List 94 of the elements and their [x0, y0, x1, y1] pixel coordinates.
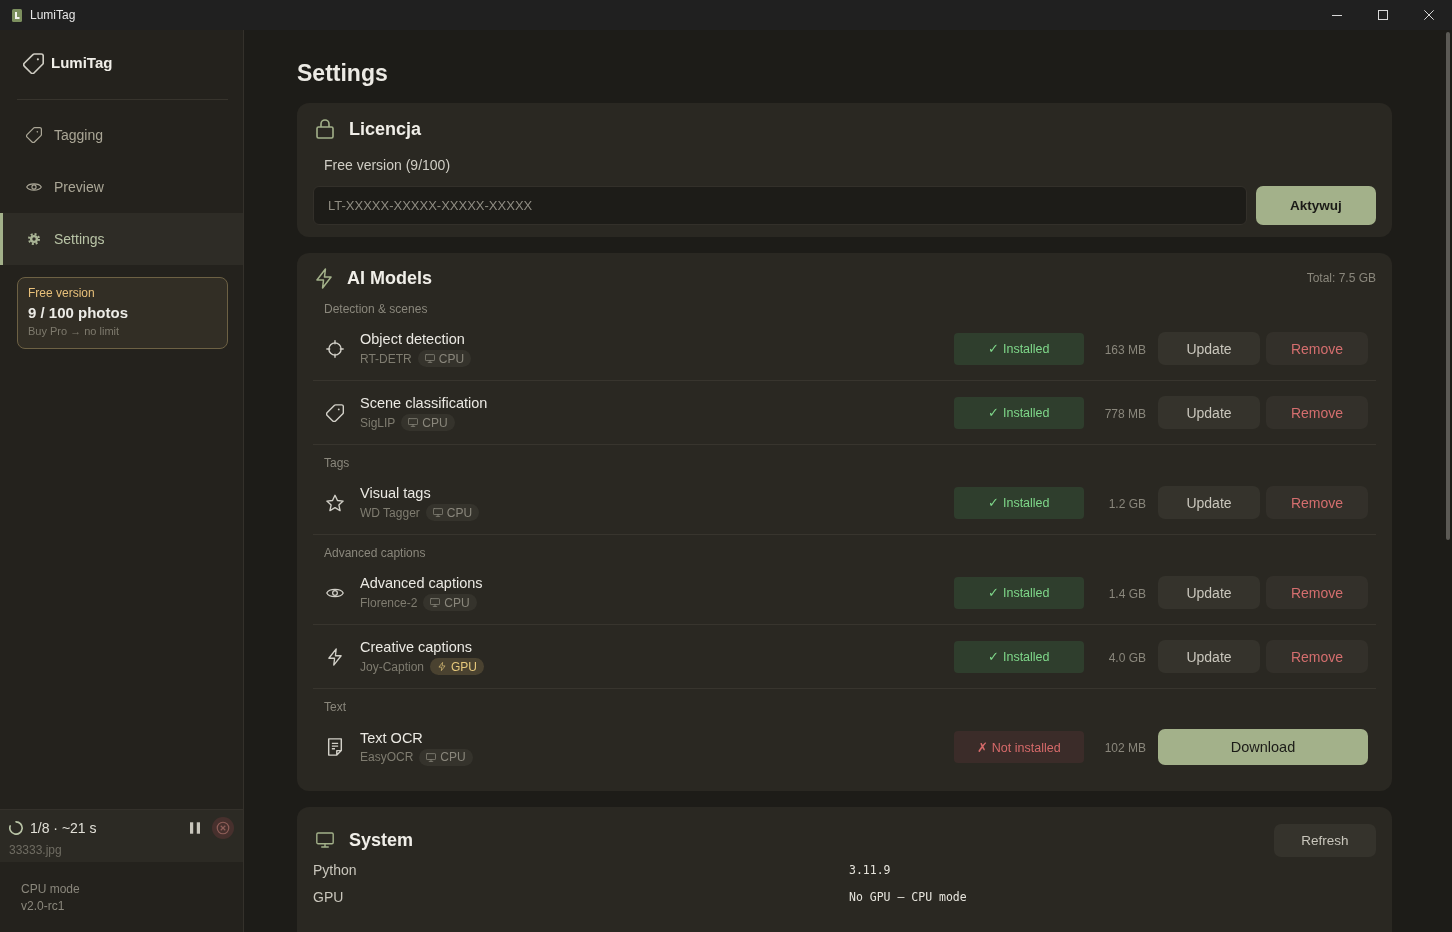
install-status: ✗ Not installed [954, 731, 1084, 763]
monitor-icon [430, 598, 441, 607]
model-id: EasyOCR [360, 750, 414, 764]
section-title: Licencja [349, 118, 422, 140]
model-name: Scene classification [360, 394, 488, 413]
close-icon[interactable] [1424, 10, 1434, 20]
sidebar-item[interactable]: Tagging [0, 109, 243, 161]
refresh-button[interactable]: Refresh [1274, 823, 1376, 857]
remove-button[interactable]: Remove [1266, 396, 1368, 429]
device-label: CPU [444, 595, 470, 610]
info-label: Python [313, 861, 357, 878]
model-size: 163 MB [1104, 342, 1146, 357]
cancel-icon[interactable] [212, 817, 234, 839]
install-status: ✓ Installed [954, 332, 1084, 365]
update-button[interactable]: Update [1158, 396, 1260, 429]
monitor-icon [316, 830, 334, 850]
device-label: GPU [451, 659, 478, 674]
scrollbar-thumb[interactable] [1446, 32, 1450, 540]
group-label: Advanced captions [324, 546, 426, 560]
group-label: Text [324, 700, 346, 714]
info-value: No GPU — CPU mode [849, 889, 967, 904]
license-key-field[interactable]: LT-XXXXX-XXXXX-XXXXX-XXXXX [313, 186, 1247, 225]
model-id: Joy-Caption [360, 659, 425, 674]
update-button[interactable]: Update [1158, 640, 1260, 673]
device-label: CPU [446, 505, 473, 520]
remove-button[interactable]: Remove [1266, 332, 1368, 365]
remove-button[interactable]: Remove [1266, 640, 1368, 673]
lightning-icon [326, 647, 344, 666]
tag-icon [326, 403, 344, 422]
model-id: SigLIP [360, 415, 396, 430]
info-label: GPU [313, 888, 344, 905]
model-size: 1.4 GB [1108, 586, 1146, 601]
device-label: CPU [440, 750, 466, 764]
job-progress: 1/8 · ~21 s [30, 820, 97, 836]
sidebar-item[interactable]: Settings [0, 213, 243, 265]
tag-icon [26, 127, 42, 143]
plan-title: Free version [28, 286, 95, 301]
license-status: Free version (9/100) [324, 157, 451, 173]
lightning-icon [437, 662, 448, 671]
section-title: System [349, 829, 414, 851]
app-icon [12, 8, 22, 22]
update-button[interactable]: Update [1158, 332, 1260, 365]
model-id: RT-DETR [360, 351, 412, 366]
model-id: Florence-2 [360, 595, 418, 610]
version-label: v2.0-rc1 [21, 898, 65, 915]
star-icon [326, 493, 344, 512]
device-label: CPU [422, 415, 448, 430]
monitor-icon [432, 508, 443, 517]
model-name: Text OCR [360, 728, 423, 748]
info-value: 3.11.9 [849, 862, 891, 877]
update-button[interactable]: Update [1158, 486, 1260, 519]
model-name: Object detection [360, 330, 465, 349]
model-size: 778 MB [1104, 406, 1146, 421]
brand-name: LumiTag [51, 53, 113, 73]
remove-button[interactable]: Remove [1266, 576, 1368, 609]
document-icon [326, 738, 344, 756]
group-label: Detection & scenes [324, 302, 428, 316]
section-title: AI Models [347, 267, 432, 289]
remove-button[interactable]: Remove [1266, 486, 1368, 519]
install-status: ✓ Installed [954, 640, 1084, 673]
maximize-icon[interactable] [1378, 10, 1388, 20]
model-size: 4.0 GB [1108, 650, 1146, 665]
monitor-icon [426, 752, 437, 762]
install-status: ✓ Installed [954, 396, 1084, 429]
monitor-icon [408, 418, 419, 427]
mode-label: CPU mode [21, 881, 80, 898]
model-id: WD Tagger [360, 505, 420, 520]
settings-icon [28, 233, 40, 245]
update-button[interactable]: Update [1158, 576, 1260, 609]
monitor-icon [424, 354, 435, 363]
crosshair-icon [326, 339, 344, 358]
file-name: 33333.jpg [9, 842, 62, 858]
group-label: Tags [324, 456, 350, 470]
usage-count: 9 / 100 photos [28, 303, 129, 322]
sidebar-item[interactable]: Preview [0, 161, 243, 213]
download-button[interactable]: Download [1158, 729, 1368, 765]
install-status: ✓ Installed [954, 486, 1084, 519]
pause-icon[interactable] [190, 822, 200, 834]
activate-button[interactable]: Aktywuj [1256, 186, 1376, 225]
install-status: ✓ Installed [954, 576, 1084, 609]
model-name: Creative captions [360, 638, 473, 657]
device-label: CPU [438, 351, 465, 366]
total-size: Total: 7.5 GB [1306, 271, 1376, 285]
window-title: LumiTag [30, 8, 76, 22]
lightning-icon [316, 267, 332, 289]
model-name: Advanced captions [360, 574, 483, 593]
upgrade-hint: Buy Pro → no limit [28, 324, 120, 339]
tag-icon [23, 52, 44, 74]
model-name: Visual tags [360, 484, 431, 503]
minimize-icon[interactable] [1332, 14, 1342, 16]
model-size: 1.2 GB [1108, 496, 1146, 511]
model-size: 102 MB [1104, 741, 1146, 755]
page-title: Settings [297, 59, 389, 88]
lock-icon [316, 119, 334, 139]
